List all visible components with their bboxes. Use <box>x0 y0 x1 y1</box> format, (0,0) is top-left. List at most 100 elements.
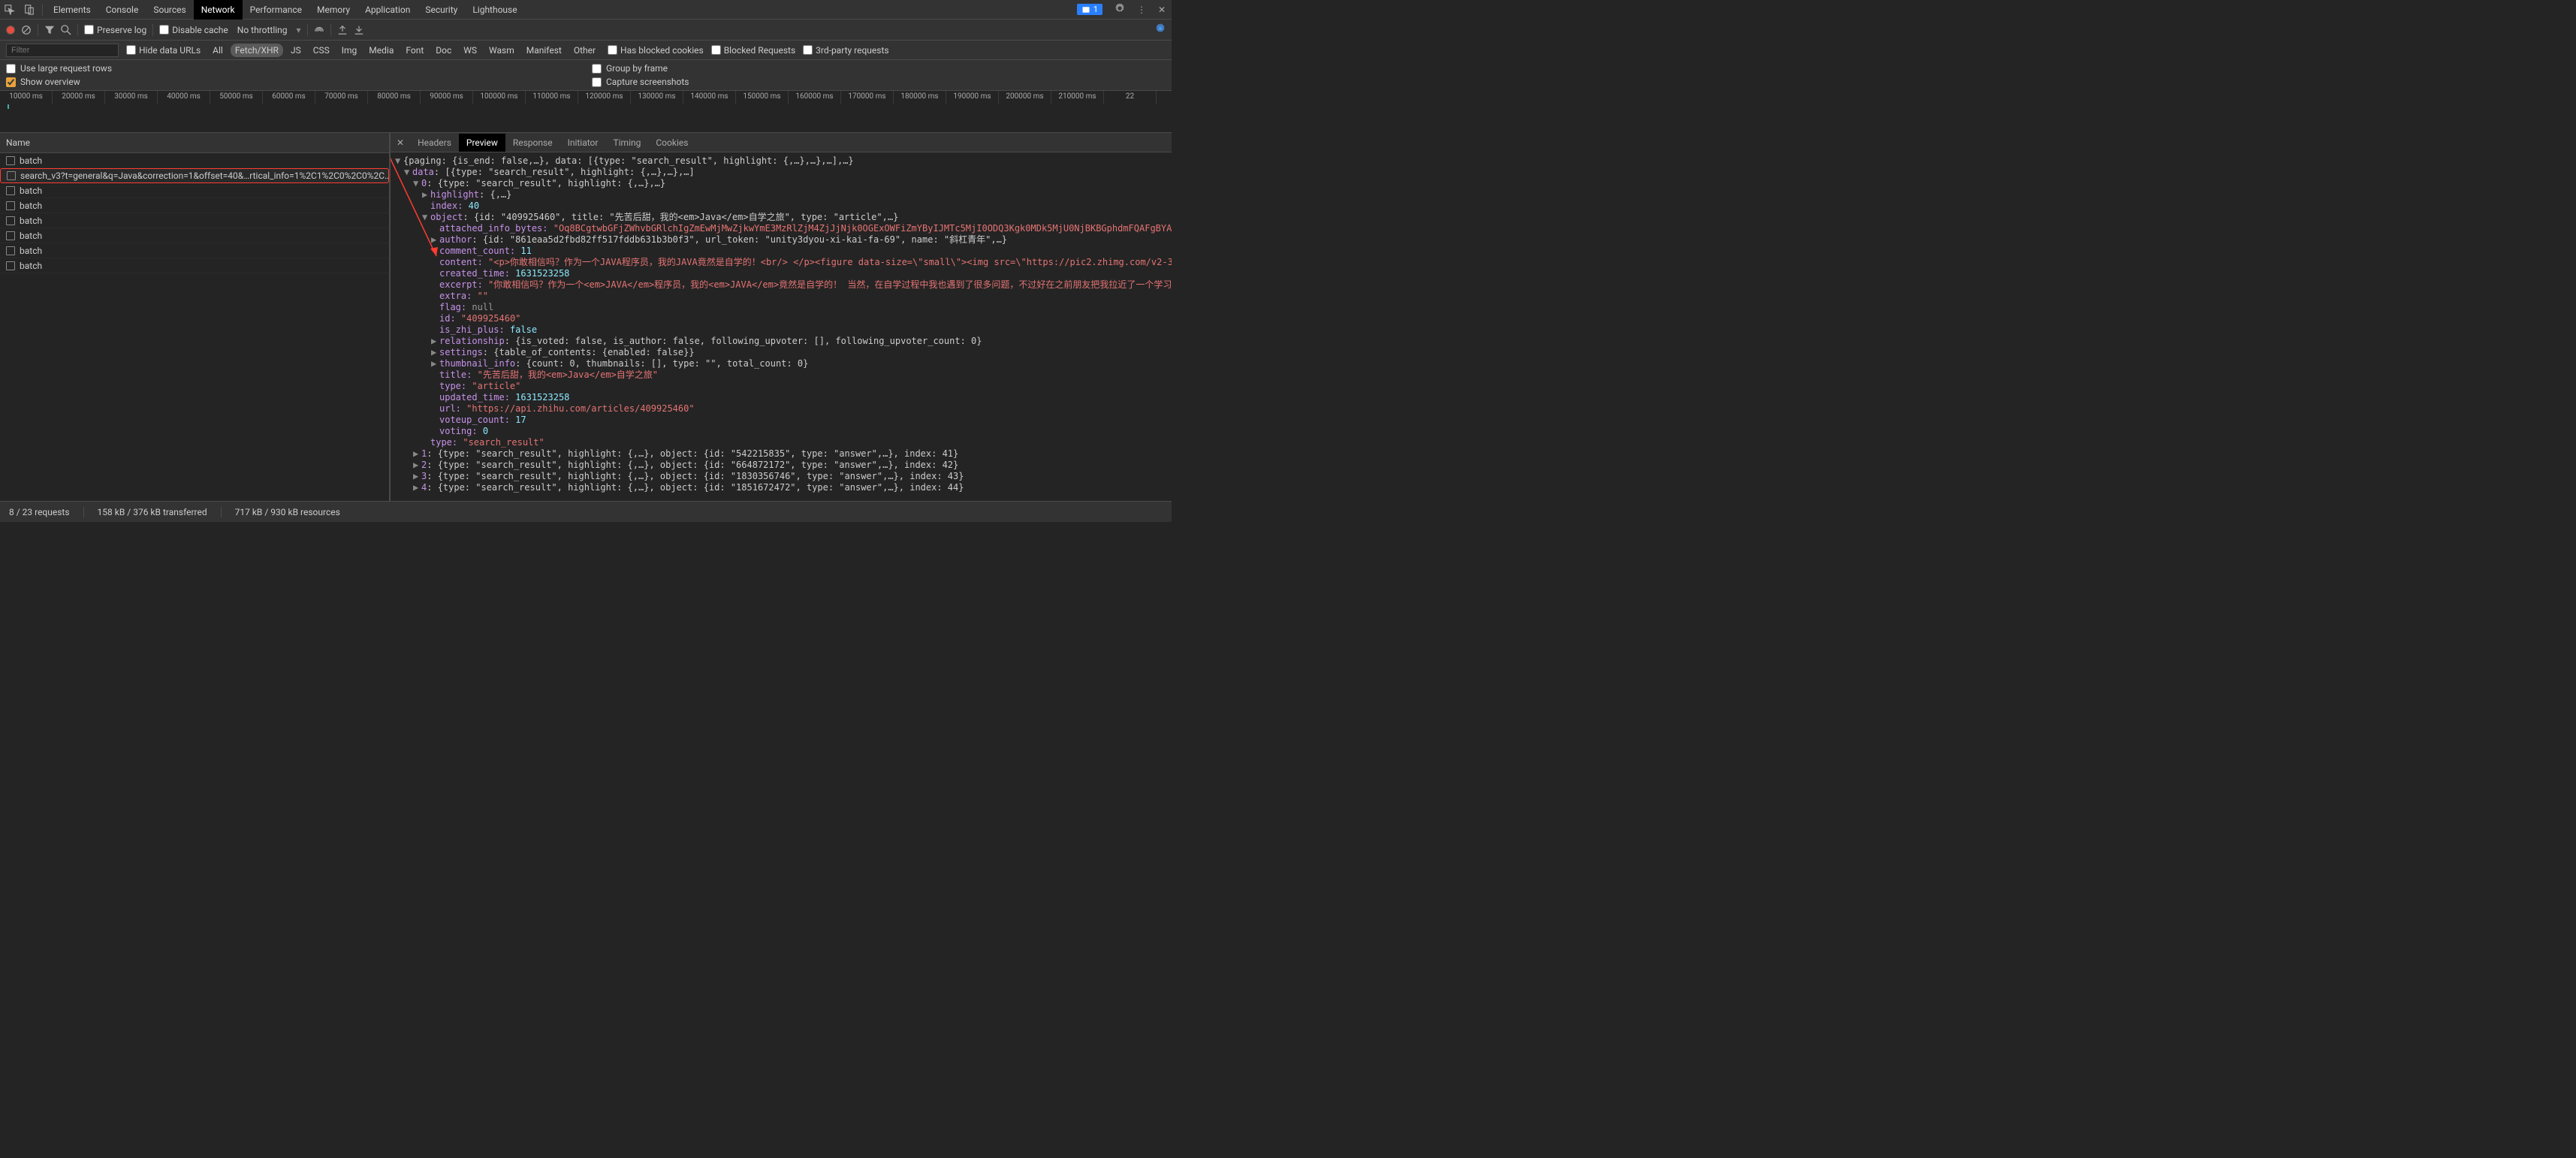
timeline-tick: 100000 ms <box>473 91 526 104</box>
device-toggle-icon[interactable] <box>20 2 39 18</box>
network-settings-icon[interactable] <box>1155 23 1166 36</box>
status-requests: 8 / 23 requests <box>9 507 70 517</box>
tab-console[interactable]: Console <box>98 0 146 20</box>
export-har-icon[interactable] <box>354 25 364 35</box>
timeline-tick: 40000 ms <box>158 91 210 104</box>
tab-memory[interactable]: Memory <box>309 0 357 20</box>
request-row[interactable]: batch <box>0 198 389 213</box>
file-icon <box>6 246 15 255</box>
tab-security[interactable]: Security <box>418 0 465 20</box>
filter-chip-wasm[interactable]: Wasm <box>484 44 519 57</box>
timeline-tick: 210000 ms <box>1051 91 1104 104</box>
issues-badge[interactable]: 1 <box>1077 4 1102 15</box>
detail-tab-initiator[interactable]: Initiator <box>560 134 606 152</box>
timeline-tick: 80000 ms <box>368 91 421 104</box>
tab-network[interactable]: Network <box>194 0 243 20</box>
disable-cache-checkbox[interactable]: Disable cache <box>159 25 228 35</box>
filter-chip-ws[interactable]: WS <box>459 44 481 57</box>
request-row[interactable]: batch <box>0 228 389 243</box>
capture-screenshots-checkbox[interactable]: Capture screenshots <box>592 77 1166 87</box>
timeline-tick: 160000 ms <box>789 91 841 104</box>
tab-elements[interactable]: Elements <box>46 0 98 20</box>
filter-chip-all[interactable]: All <box>208 44 228 57</box>
network-conditions-icon[interactable] <box>314 25 324 35</box>
filter-chip-manifest[interactable]: Manifest <box>522 44 566 57</box>
tab-sources[interactable]: Sources <box>146 0 193 20</box>
network-timeline[interactable]: 10000 ms20000 ms30000 ms40000 ms50000 ms… <box>0 91 1172 133</box>
tab-application[interactable]: Application <box>357 0 418 20</box>
timeline-tick: 20000 ms <box>53 91 105 104</box>
request-row[interactable]: batch <box>0 183 389 198</box>
detail-tab-response[interactable]: Response <box>505 134 560 152</box>
timeline-tick: 90000 ms <box>421 91 473 104</box>
filter-chip-js[interactable]: JS <box>286 44 306 57</box>
timeline-tick: 150000 ms <box>736 91 789 104</box>
filter-chip-other[interactable]: Other <box>569 44 600 57</box>
request-detail-panel: ✕ HeadersPreviewResponseInitiatorTimingC… <box>391 133 1172 501</box>
preserve-log-checkbox[interactable]: Preserve log <box>84 25 146 35</box>
show-overview-checkbox[interactable]: Show overview <box>6 77 580 87</box>
settings-gear-icon[interactable] <box>1109 0 1131 19</box>
timeline-tick: 200000 ms <box>999 91 1051 104</box>
detail-tab-preview[interactable]: Preview <box>459 134 505 152</box>
close-detail-icon[interactable]: ✕ <box>391 137 410 148</box>
request-name: search_v3?t=general&q=Java&correction=1&… <box>20 170 389 181</box>
filter-chip-img[interactable]: Img <box>337 44 362 57</box>
detail-tab-cookies[interactable]: Cookies <box>648 134 695 152</box>
request-row[interactable]: batch <box>0 243 389 258</box>
has-blocked-cookies-checkbox[interactable]: Has blocked cookies <box>608 45 704 56</box>
detail-tab-headers[interactable]: Headers <box>410 134 459 152</box>
timeline-tick: 60000 ms <box>263 91 315 104</box>
timeline-tick: 180000 ms <box>894 91 946 104</box>
timeline-tick: 10000 ms <box>0 91 53 104</box>
file-icon <box>7 171 16 180</box>
throttling-select[interactable]: No throttling <box>234 23 291 37</box>
search-icon[interactable] <box>61 25 71 35</box>
tab-performance[interactable]: Performance <box>243 0 309 20</box>
clear-log-icon[interactable] <box>21 25 32 35</box>
file-icon <box>6 231 15 240</box>
close-devtools-icon[interactable]: ✕ <box>1152 2 1172 18</box>
json-preview[interactable]: ▼{paging: {is_end: false,…}, data: [{typ… <box>391 152 1172 501</box>
request-name: batch <box>20 246 42 256</box>
issues-count: 1 <box>1093 5 1098 14</box>
blocked-requests-checkbox[interactable]: Blocked Requests <box>711 45 795 56</box>
tab-lighthouse[interactable]: Lighthouse <box>465 0 524 20</box>
filter-chip-media[interactable]: Media <box>364 44 398 57</box>
record-button[interactable] <box>6 26 15 35</box>
file-icon <box>6 186 15 195</box>
third-party-checkbox[interactable]: 3rd-party requests <box>803 45 888 56</box>
name-column-header[interactable]: Name <box>0 133 389 153</box>
filter-input[interactable] <box>6 44 119 57</box>
hide-data-urls-checkbox[interactable]: Hide data URLs <box>126 45 201 56</box>
status-bar: 8 / 23 requests 158 kB / 376 kB transfer… <box>0 501 1172 522</box>
filter-toggle-icon[interactable] <box>44 25 55 35</box>
use-large-rows-checkbox[interactable]: Use large request rows <box>6 63 580 74</box>
filter-chip-css[interactable]: CSS <box>309 44 334 57</box>
request-row[interactable]: batch <box>0 258 389 273</box>
filter-chip-font[interactable]: Font <box>401 44 428 57</box>
import-har-icon[interactable] <box>337 25 348 35</box>
request-name: batch <box>20 185 42 196</box>
inspect-element-icon[interactable] <box>0 2 20 18</box>
timeline-tick: 22 <box>1104 91 1157 104</box>
timeline-tick: 30000 ms <box>105 91 158 104</box>
request-name: batch <box>20 155 42 166</box>
request-row[interactable]: batch <box>0 213 389 228</box>
timeline-tick: 190000 ms <box>946 91 999 104</box>
group-by-frame-checkbox[interactable]: Group by frame <box>592 63 1166 74</box>
throttling-dropdown-icon[interactable]: ▾ <box>297 25 301 35</box>
timeline-tick: 110000 ms <box>526 91 578 104</box>
more-menu-icon[interactable]: ⋮ <box>1131 2 1152 18</box>
file-icon <box>6 216 15 225</box>
request-row[interactable]: batch <box>0 153 389 168</box>
network-toolbar: Preserve log Disable cache No throttling… <box>0 20 1172 41</box>
timeline-tick: 170000 ms <box>841 91 894 104</box>
request-name: batch <box>20 261 42 271</box>
timeline-tick: 140000 ms <box>683 91 736 104</box>
status-transferred: 158 kB / 376 kB transferred <box>98 507 207 517</box>
filter-chip-doc[interactable]: Doc <box>431 44 456 57</box>
request-row[interactable]: search_v3?t=general&q=Java&correction=1&… <box>0 168 389 183</box>
detail-tab-timing[interactable]: Timing <box>605 134 648 152</box>
filter-chip-fetchxhr[interactable]: Fetch/XHR <box>231 44 283 57</box>
